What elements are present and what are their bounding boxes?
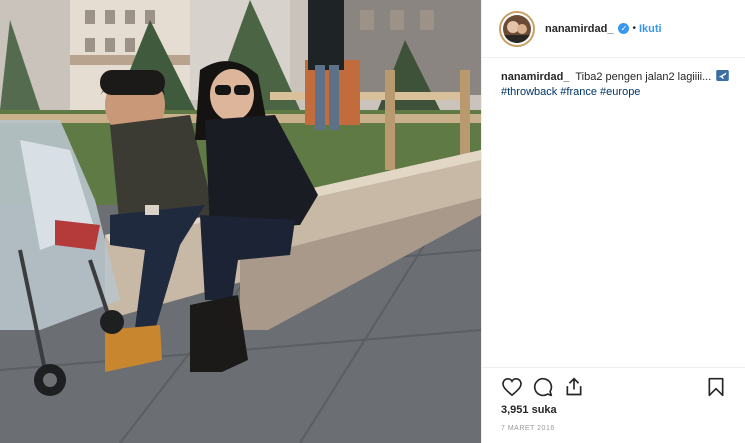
action-icon-row — [500, 375, 728, 399]
post-side-panel: nanamirdad_ ✓ • Ikuti nanamirdad_ Tiba2 … — [481, 0, 745, 443]
caption-username[interactable]: nanamirdad_ — [501, 71, 569, 83]
couple-sitting-on-bench-image — [0, 0, 481, 443]
instagram-post: nanamirdad_ ✓ • Ikuti nanamirdad_ Tiba2 … — [0, 0, 745, 443]
airplane-icon — [716, 70, 730, 81]
caption-text: Tiba2 pengen jalan2 lagiiii... — [575, 71, 712, 83]
share-icon[interactable] — [562, 375, 586, 399]
avatar-image — [503, 14, 531, 43]
post-photo[interactable] — [0, 0, 481, 443]
bookmark-icon[interactable] — [704, 375, 728, 399]
post-header: nanamirdad_ ✓ • Ikuti — [482, 0, 745, 58]
caption: nanamirdad_ Tiba2 pengen jalan2 lagiiii.… — [501, 70, 739, 100]
separator-dot: • — [632, 23, 636, 34]
heart-icon[interactable] — [500, 375, 524, 399]
follow-button[interactable]: Ikuti — [639, 23, 662, 35]
post-actions: 3,951 suka 7 MARET 2016 — [482, 367, 745, 443]
comment-icon[interactable] — [531, 375, 555, 399]
caption-hashtags[interactable]: #throwback #france #europe — [501, 86, 640, 98]
avatar[interactable] — [499, 10, 535, 47]
post-date[interactable]: 7 MARET 2016 — [501, 425, 555, 432]
likes-count[interactable]: 3,951 suka — [501, 404, 557, 416]
likes-label: suka — [531, 404, 557, 416]
likes-number: 3,951 — [501, 404, 529, 416]
verified-badge-icon: ✓ — [618, 23, 630, 34]
username-link[interactable]: nanamirdad_ — [545, 23, 613, 35]
